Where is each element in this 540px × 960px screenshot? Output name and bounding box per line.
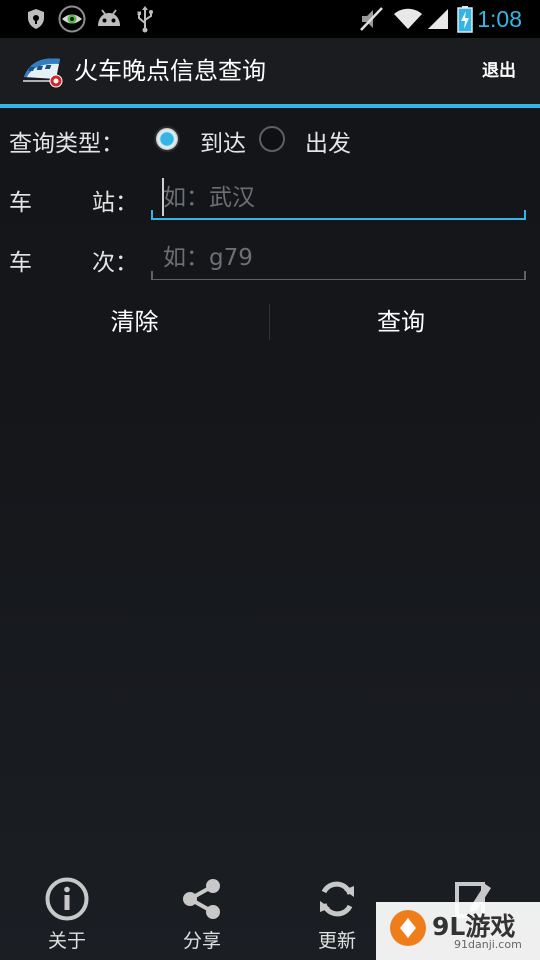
android-icon	[94, 0, 124, 38]
query-button[interactable]: 查询	[270, 300, 532, 344]
train-input-underline	[151, 279, 526, 280]
train-label-prefix: 车	[9, 250, 32, 276]
depart-radio[interactable]	[259, 126, 285, 152]
clock: 1:08	[477, 6, 522, 32]
station-input-left-tick	[151, 210, 153, 220]
share-label: 分享	[182, 930, 221, 952]
depart-option-label[interactable]: 出发	[305, 124, 351, 158]
watermark-sub: 91danji.com	[454, 938, 522, 951]
station-input-underline	[151, 218, 526, 220]
train-label: 次：	[92, 250, 138, 276]
arrive-option-label[interactable]: 到达	[200, 124, 246, 158]
share-button[interactable]: 分享	[147, 876, 257, 953]
usb-icon	[134, 0, 156, 38]
shield-icon	[24, 0, 48, 38]
share-icon	[147, 876, 257, 922]
arrive-radio[interactable]	[154, 126, 180, 152]
app-title: 火车晚点信息查询	[74, 57, 266, 85]
train-logo-icon	[22, 55, 64, 89]
station-label: 站：	[92, 190, 138, 216]
about-button[interactable]: 关于	[12, 876, 122, 953]
action-bar-divider	[0, 104, 540, 108]
about-label: 关于	[47, 930, 86, 952]
station-label-prefix: 车	[9, 190, 32, 216]
action-bar: 火车晚点信息查询 退出	[0, 38, 540, 104]
text-caret	[162, 178, 164, 216]
wifi-icon	[392, 0, 424, 38]
train-input-left-tick	[151, 271, 153, 279]
eye-icon	[57, 0, 87, 38]
station-input-right-tick	[524, 210, 526, 220]
battery-charging-icon	[456, 0, 474, 38]
watermark-logo-icon	[388, 908, 428, 952]
query-type-label: 查询类型：	[9, 131, 124, 157]
train-number-input[interactable]	[151, 236, 526, 280]
signal-icon	[424, 0, 452, 38]
status-bar: 1:08	[0, 0, 540, 38]
clear-button[interactable]: 清除	[0, 300, 269, 344]
info-icon	[12, 876, 122, 922]
train-input-right-tick	[524, 271, 526, 279]
watermark: 9L游戏 91danji.com	[376, 902, 540, 960]
station-input[interactable]	[151, 176, 526, 220]
mute-icon	[356, 0, 386, 38]
exit-button[interactable]: 退出	[482, 38, 516, 104]
